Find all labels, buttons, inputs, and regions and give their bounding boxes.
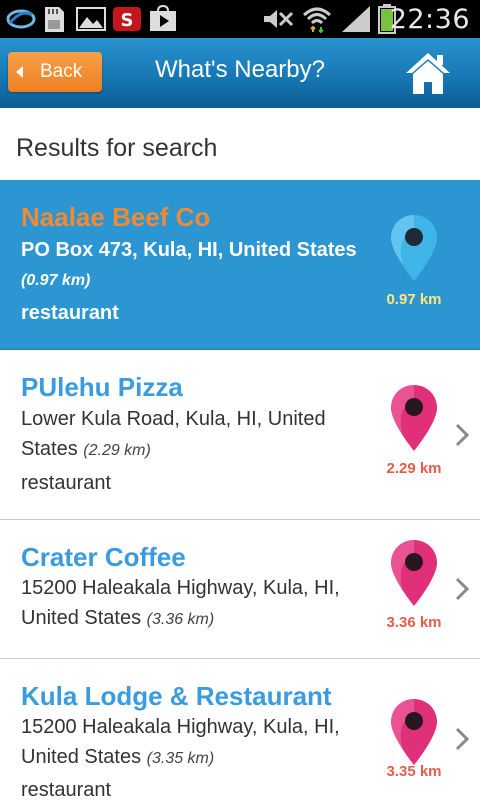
place-category: restaurant bbox=[21, 779, 112, 800]
list-item[interactable]: Kula Lodge & Restaurant 15200 Haleakala … bbox=[0, 659, 480, 800]
wifi-icon bbox=[302, 7, 332, 33]
gallery-icon bbox=[76, 7, 106, 31]
place-name: Naalae Beef Co bbox=[21, 202, 211, 232]
place-distance: 2.29 km bbox=[386, 460, 442, 477]
signal-app-icon bbox=[6, 9, 36, 29]
place-name: Kula Lodge & Restaurant bbox=[21, 681, 332, 711]
map-pin-icon bbox=[391, 215, 437, 281]
play-store-icon bbox=[150, 5, 176, 31]
place-distance: 3.35 km bbox=[386, 763, 442, 780]
place-distance-inline: (0.97 km) bbox=[21, 272, 91, 289]
sd-card-icon bbox=[45, 7, 64, 32]
app-header: Back What's Nearby? bbox=[0, 38, 480, 108]
mute-icon bbox=[264, 10, 294, 28]
svg-text:S: S bbox=[121, 10, 134, 31]
place-address: Lower Kula Road, Kula, HI, United States bbox=[21, 408, 326, 460]
place-distance-inline: (2.29 km) bbox=[83, 442, 151, 459]
map-pin-icon bbox=[391, 699, 437, 765]
chevron-right-icon bbox=[455, 577, 470, 601]
results-header-label: Results for search bbox=[16, 134, 218, 162]
place-address-block: 15200 Haleakala Highway, Kula, HI, Unite… bbox=[21, 712, 366, 774]
status-bar: S 22:36 bbox=[0, 0, 480, 38]
place-distance: 3.36 km bbox=[386, 614, 442, 631]
place-category: restaurant bbox=[21, 472, 112, 494]
list-item[interactable]: PUlehu Pizza Lower Kula Road, Kula, HI, … bbox=[0, 350, 480, 520]
list-item[interactable]: Naalae Beef Co PO Box 473, Kula, HI, Uni… bbox=[0, 180, 480, 350]
page-title: What's Nearby? bbox=[155, 56, 325, 83]
place-name: Crater Coffee bbox=[21, 542, 186, 572]
place-distance-inline: (3.36 km) bbox=[146, 611, 215, 628]
back-button-label: Back bbox=[40, 61, 83, 82]
place-address-block: Lower Kula Road, Kula, HI, United States… bbox=[21, 404, 366, 466]
results-header: Results for search bbox=[0, 108, 480, 182]
chevron-right-icon bbox=[455, 423, 470, 447]
place-address-block: 15200 Haleakala Highway, Kula, HI, Unite… bbox=[21, 573, 366, 635]
app-s-icon: S bbox=[113, 7, 141, 31]
place-address: PO Box 473, Kula, HI, United States bbox=[21, 239, 357, 261]
results-list[interactable]: Naalae Beef Co PO Box 473, Kula, HI, Uni… bbox=[0, 180, 480, 800]
map-pin-icon bbox=[391, 385, 437, 451]
place-distance-inline: (3.35 km) bbox=[146, 750, 215, 767]
home-icon[interactable] bbox=[404, 49, 452, 97]
place-category: restaurant bbox=[21, 302, 119, 324]
chevron-right-icon bbox=[455, 727, 470, 751]
status-clock: 22:36 bbox=[389, 4, 470, 35]
list-item[interactable]: Crater Coffee 15200 Haleakala Highway, K… bbox=[0, 520, 480, 659]
back-arrow-icon bbox=[16, 66, 23, 78]
cell-signal-icon bbox=[342, 6, 370, 32]
place-name: PUlehu Pizza bbox=[21, 372, 183, 402]
map-pin-icon bbox=[391, 540, 437, 606]
back-button[interactable]: Back bbox=[8, 52, 102, 92]
place-distance: 0.97 km bbox=[386, 291, 442, 308]
